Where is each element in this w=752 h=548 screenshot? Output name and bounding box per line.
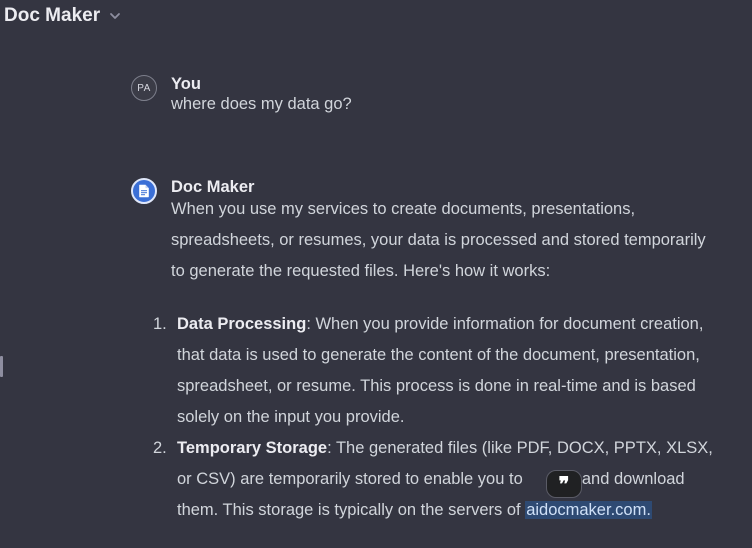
item-line: solely on the input you provide. xyxy=(177,408,405,426)
selected-text-highlight: aidocmaker.com. xyxy=(525,501,652,519)
item-text: them. This storage is typically on the s… xyxy=(177,501,526,519)
list-item-number: 2. xyxy=(153,439,167,457)
quote-button[interactable]: ❞ xyxy=(546,470,582,498)
item-text: : When you provide information for docum… xyxy=(306,315,704,333)
user-message-text: where does my data go? xyxy=(171,95,352,113)
item-line: that data is used to generate the conten… xyxy=(177,346,700,364)
item-line: Data Processing: When you provide inform… xyxy=(177,309,752,340)
quote-icon: ❞ xyxy=(558,472,570,496)
item-text: or CSV) are temporarily stored to enable… xyxy=(177,470,528,488)
list-item-number: 1. xyxy=(153,315,167,333)
item-line: them. This storage is typically on the s… xyxy=(177,495,752,526)
intro-line: to generate the requested files. Here's … xyxy=(171,262,551,280)
user-message: PA You where does my data go? xyxy=(131,75,741,135)
numbered-list: 1. Data Processing: When you provide inf… xyxy=(153,309,752,526)
chevron-down-icon xyxy=(110,13,121,19)
item-text: : The generated files (like PDF, DOCX, P… xyxy=(327,439,713,457)
gpt-selector[interactable]: Doc Maker xyxy=(4,4,122,28)
item-line: spreadsheet, or resume. This process is … xyxy=(177,377,696,395)
document-icon xyxy=(139,184,149,198)
sidebar-resize-handle[interactable] xyxy=(0,356,3,377)
item-line: or CSV) are temporarily stored to enable… xyxy=(177,464,752,495)
app-title: Doc Maker xyxy=(4,5,101,26)
assistant-message: Doc Maker When you use my services to cr… xyxy=(131,178,741,548)
assistant-avatar xyxy=(131,178,157,204)
list-item: 2. Temporary Storage: The generated file… xyxy=(153,433,752,526)
item-line: Temporary Storage: The generated files (… xyxy=(177,433,752,464)
assistant-intro-paragraph: When you use my services to create docum… xyxy=(171,194,746,287)
item-text: w and download xyxy=(565,470,685,488)
list-item-title: Temporary Storage xyxy=(177,439,328,457)
intro-line: When you use my services to create docum… xyxy=(171,200,636,218)
list-item: 1. Data Processing: When you provide inf… xyxy=(153,309,752,433)
list-item-title: Data Processing xyxy=(177,315,307,333)
user-avatar: PA xyxy=(131,75,157,101)
intro-line: spreadsheets, or resumes, your data is p… xyxy=(171,231,706,249)
